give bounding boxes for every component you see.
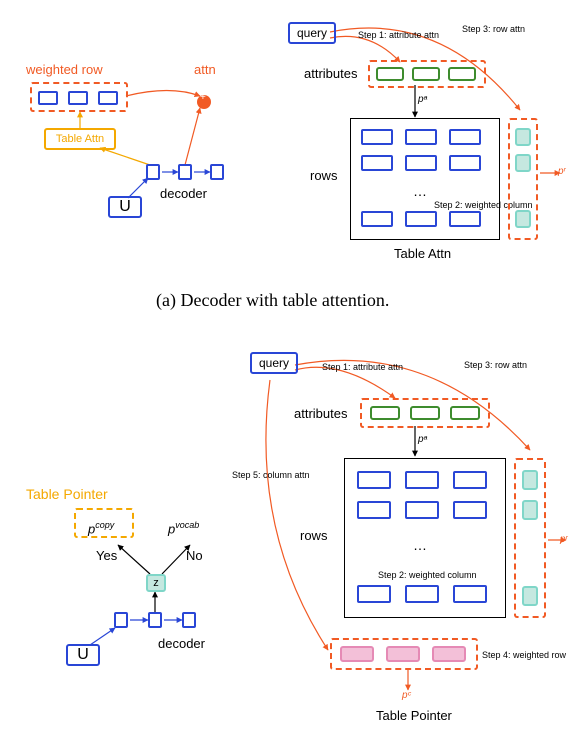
p-r-label: pʳ <box>558 166 566 177</box>
p-r-label-b: pʳ <box>560 534 568 545</box>
panel-a: weighted row attn + Table Attn decoder U… <box>0 0 578 300</box>
attributes-label-b: attributes <box>294 406 347 421</box>
attn-label: attn <box>194 62 216 77</box>
yes-label: Yes <box>96 548 117 563</box>
u-box-b: U <box>66 644 100 666</box>
table-attn-caption: Table Attn <box>394 246 451 261</box>
step3-label: Step 3: row attn <box>462 24 525 34</box>
p-a-label: pᵃ <box>418 94 427 105</box>
query-box: query <box>288 22 336 44</box>
table-pointer-heading: Table Pointer <box>26 486 108 502</box>
decoder-cell <box>146 164 160 180</box>
u-box: U <box>108 196 142 218</box>
z-box: z <box>146 574 166 592</box>
table-attn-box: Table Attn <box>44 128 116 150</box>
attributes-label: attributes <box>304 66 357 81</box>
query-box-b: query <box>250 352 298 374</box>
decoder-cell <box>178 164 192 180</box>
rows-label-b: rows <box>300 528 327 543</box>
rows-label: rows <box>310 168 337 183</box>
step4-b: Step 4: weighted row <box>482 650 566 660</box>
plus-icon: + <box>200 92 206 103</box>
step3-b: Step 3: row attn <box>464 360 527 370</box>
attributes-box-b <box>360 398 490 428</box>
weighted-row-box-b <box>330 638 478 670</box>
table-pointer-caption: Table Pointer <box>376 708 452 723</box>
decoder-cell <box>148 612 162 628</box>
ellipsis-icon-b: … <box>413 537 427 553</box>
caption-a: (a) Decoder with table attention. <box>156 290 389 311</box>
weighted-column-box-b <box>514 458 546 618</box>
step1-b: Step 1: attribute attn <box>322 362 403 372</box>
weighted-row-box <box>30 82 128 112</box>
decoder-label: decoder <box>160 186 207 201</box>
decoder-cell <box>182 612 196 628</box>
weighted-row-label: weighted row <box>26 62 103 77</box>
table-grid: … <box>350 118 500 240</box>
weighted-column-box <box>508 118 538 240</box>
step5-b: Step 5: column attn <box>232 470 310 480</box>
ellipsis-icon: … <box>413 183 427 199</box>
attributes-box <box>368 60 486 88</box>
no-label: No <box>186 548 203 563</box>
p-copy-label: pcopy <box>88 520 114 536</box>
decoder-cell <box>114 612 128 628</box>
decoder-cell <box>210 164 224 180</box>
p-a-label-b: pᵃ <box>418 434 427 445</box>
p-c-label: pᶜ <box>402 690 411 701</box>
step1-label: Step 1: attribute attn <box>358 30 439 40</box>
panel-b: Table Pointer pcopy pvocab Yes No z deco… <box>0 330 578 740</box>
decoder-label-b: decoder <box>158 636 205 651</box>
table-grid-b: … <box>344 458 506 618</box>
p-vocab-label: pvocab <box>168 520 199 536</box>
